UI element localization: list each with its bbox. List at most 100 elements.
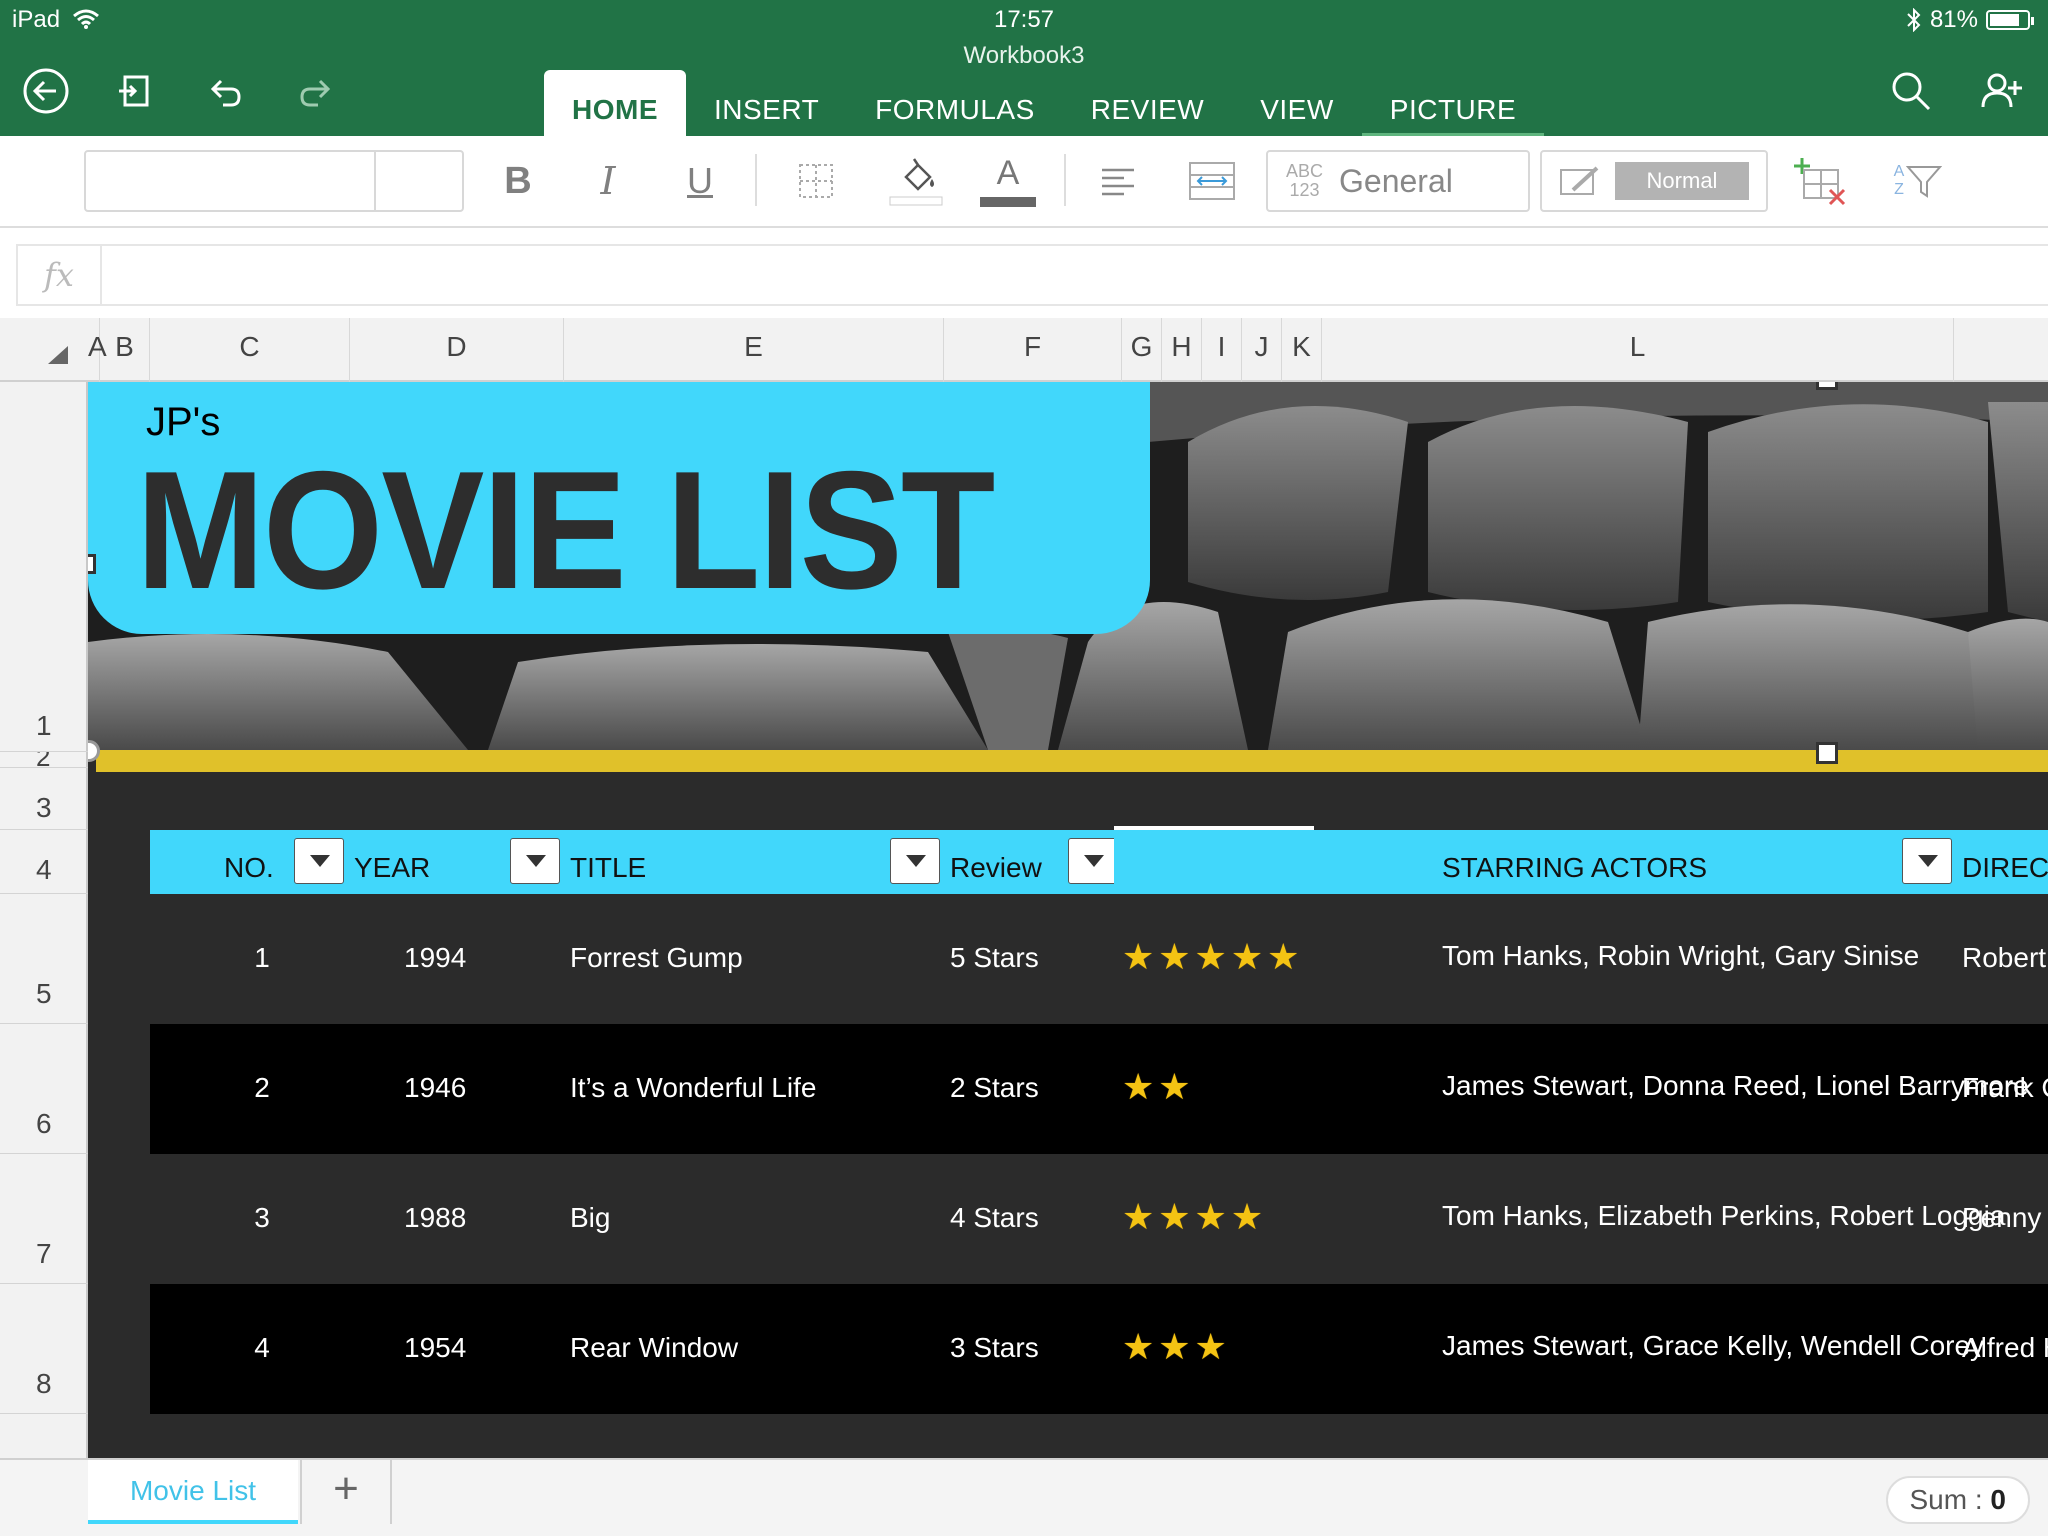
select-all-corner[interactable] (48, 346, 68, 364)
tab-picture[interactable]: PICTURE (1361, 70, 1545, 136)
sort-icon-top: A (1893, 163, 1905, 180)
cell-actors: James Stewart, Grace Kelly, Wendell Core… (1442, 1330, 1985, 1361)
align-left-icon (1102, 168, 1134, 196)
column-header-h[interactable]: H (1162, 318, 1202, 382)
formula-bar[interactable]: fx (16, 244, 2048, 306)
column-header-j[interactable]: J (1242, 318, 1282, 382)
column-header-c[interactable]: C (150, 318, 350, 382)
table-row[interactable]: 4 1954 Rear Window 3 Stars ★★★ James Ste… (150, 1284, 2048, 1414)
cell-review: 3 Stars (950, 1332, 1039, 1363)
cell-director: Frank C (1962, 1072, 2048, 1103)
tab-view[interactable]: VIEW (1232, 70, 1362, 136)
borders-button[interactable] (786, 150, 846, 212)
bold-button[interactable]: B (488, 150, 548, 212)
number-format-icon: ABC 123 (1286, 162, 1323, 200)
cell-year: 1946 (404, 1072, 467, 1103)
font-name-box[interactable] (84, 150, 464, 212)
column-header-a[interactable]: A (88, 318, 107, 382)
column-header-f[interactable]: F (944, 318, 1122, 382)
tab-home[interactable]: HOME (544, 70, 686, 136)
battery-level (1990, 14, 2020, 26)
cell-year: 1954 (404, 1332, 467, 1363)
sum-indicator[interactable]: Sum : 0 (1885, 1476, 2030, 1524)
picture-resize-handle[interactable] (1816, 382, 1838, 390)
column-header-e[interactable]: E (564, 318, 944, 382)
stars-header-cell[interactable] (1114, 826, 1314, 894)
table-row[interactable]: 2 1946 It’s a Wonderful Life 2 Stars ★★ … (150, 1024, 2048, 1154)
filter-dropdown-button[interactable] (1068, 838, 1118, 884)
cell-director: Penny (1962, 1202, 2042, 1233)
filter-dropdown-button[interactable] (510, 838, 560, 884)
font-color-button[interactable]: A (978, 148, 1038, 214)
row-header-1[interactable]: 1 (0, 382, 88, 752)
tab-review[interactable]: REVIEW (1063, 70, 1232, 136)
row-header-3[interactable]: 3 (0, 768, 88, 830)
number-format-box[interactable]: ABC 123 General (1266, 150, 1530, 212)
row-header-6[interactable]: 6 (0, 1024, 88, 1154)
filter-dropdown-button[interactable] (890, 838, 940, 884)
file-button[interactable] (108, 64, 162, 118)
row-header-5[interactable]: 5 (0, 894, 88, 1024)
tab-insert[interactable]: INSERT (686, 70, 847, 136)
column-header-l[interactable]: L (1322, 318, 1954, 382)
sort-filter-button[interactable]: AZ (1888, 150, 1948, 212)
sheet-grid[interactable]: JP's MOVIE LIST NO. YEAR TITLE Review ST… (88, 382, 2048, 1458)
underline-button[interactable]: U (670, 150, 730, 212)
add-sheet-button[interactable]: + (300, 1460, 392, 1524)
picture-resize-handle[interactable] (1816, 742, 1838, 764)
font-size-divider (374, 152, 376, 210)
sum-value: 0 (1990, 1484, 2006, 1515)
header-year: YEAR (354, 852, 431, 883)
back-button[interactable] (19, 64, 73, 118)
brush-icon (1559, 166, 1598, 195)
cell-style-box[interactable]: Normal (1540, 150, 1768, 212)
status-right: 81% (1906, 6, 2034, 34)
column-headers: A B C D E F G H I J K L (0, 318, 2048, 382)
column-header-g[interactable]: G (1122, 318, 1162, 382)
filter-icon (1906, 166, 1943, 198)
cell-actors: Tom Hanks, Elizabeth Perkins, Robert Log… (1442, 1200, 2006, 1231)
cell-review: 5 Stars (950, 942, 1039, 973)
column-header-i[interactable]: I (1202, 318, 1242, 382)
filter-dropdown-button[interactable] (1902, 838, 1952, 884)
column-header-b[interactable]: B (100, 318, 150, 382)
insert-delete-button[interactable] (1790, 150, 1850, 212)
cell-director: Alfred H (1962, 1332, 2048, 1363)
header-review: Review (950, 852, 1042, 883)
header-starring-actors: STARRING ACTORS (1442, 852, 1708, 883)
number-format-icon-bottom: 123 (1289, 180, 1320, 200)
sheet-tab-movie-list[interactable]: Movie List (88, 1460, 298, 1524)
fill-color-button[interactable] (886, 148, 946, 214)
font-color-glyph: A (996, 154, 1020, 192)
wrap-text-button[interactable] (1182, 150, 1242, 212)
header-no: NO. (224, 852, 274, 883)
header-title: TITLE (570, 852, 647, 883)
align-button[interactable] (1088, 150, 1148, 212)
column-header-d[interactable]: D (350, 318, 564, 382)
filter-dropdown-button[interactable] (294, 838, 344, 884)
share-button[interactable] (1974, 64, 2028, 118)
search-button[interactable] (1884, 64, 1938, 118)
cell-year: 1988 (404, 1202, 467, 1233)
cell-director: Robert (1962, 942, 2047, 973)
table-row[interactable]: 1 1994 Forrest Gump 5 Stars ★★★★★ Tom Ha… (150, 894, 2048, 1024)
column-header-k[interactable]: K (1282, 318, 1322, 382)
row-header-4[interactable]: 4 (0, 830, 88, 894)
row-header-2[interactable]: 2 (0, 752, 88, 768)
cell-actors: Tom Hanks, Robin Wright, Gary Sinise (1442, 940, 1920, 971)
cell-review: 2 Stars (950, 1072, 1039, 1103)
title-bar: Workbook3 HOME INSERT FORMULAS REVIEW VI… (0, 42, 2048, 136)
row-header-7[interactable]: 7 (0, 1154, 88, 1284)
number-format-label: General (1339, 162, 1453, 199)
ribbon-toolbar: B I U A ABC 123 General Normal AZ (0, 136, 2048, 228)
table-row[interactable]: 3 1988 Big 4 Stars ★★★★ Tom Hanks, Eliza… (150, 1154, 2048, 1284)
row-header-8[interactable]: 8 (0, 1284, 88, 1414)
redo-button[interactable] (289, 64, 343, 118)
italic-button[interactable]: I (578, 150, 638, 212)
function-icon[interactable]: fx (44, 256, 74, 294)
picture-resize-handle[interactable] (88, 554, 96, 574)
tab-formulas[interactable]: FORMULAS (847, 70, 1063, 136)
undo-button[interactable] (198, 64, 252, 118)
cell-title: Forrest Gump (570, 942, 743, 973)
banner-picture[interactable]: JP's MOVIE LIST (88, 382, 2048, 750)
